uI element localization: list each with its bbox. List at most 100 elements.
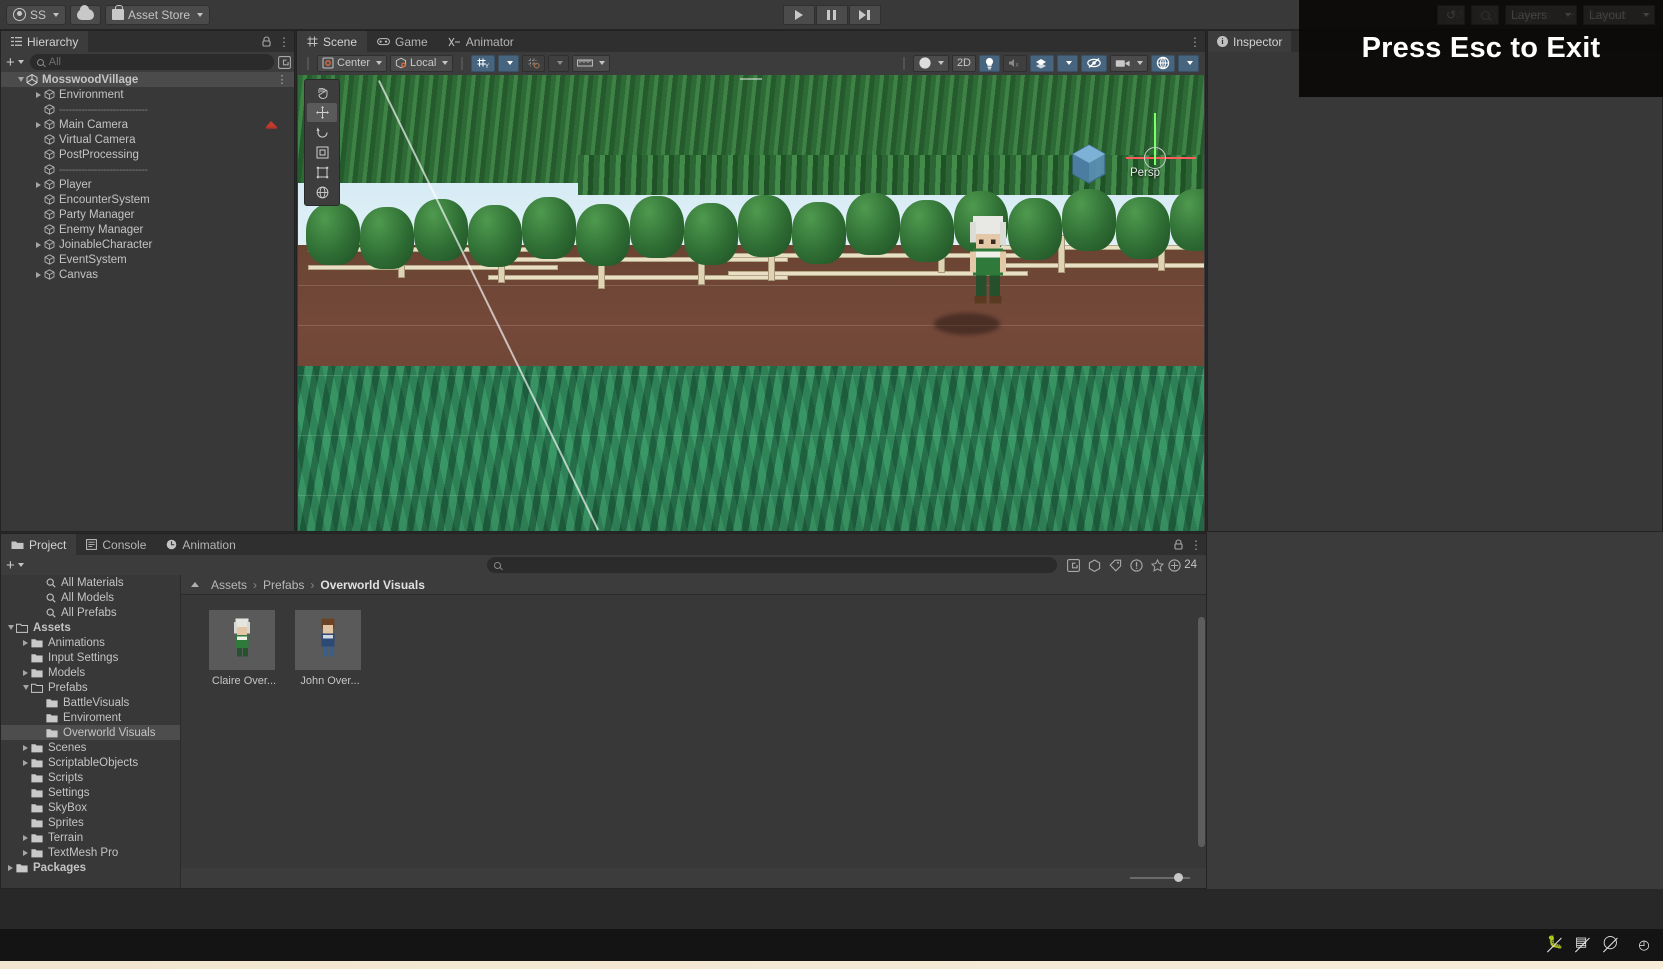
disclosure-triangle-icon[interactable] — [20, 744, 31, 751]
hierarchy-row[interactable]: Party Manager — [1, 207, 294, 222]
project-tree-row[interactable]: Terrain — [1, 830, 180, 845]
asset-item[interactable]: John Over... — [295, 610, 365, 868]
asset-grid[interactable]: Claire Over... John Over... — [181, 596, 1206, 868]
warning-icon[interactable] — [1130, 558, 1143, 572]
breadcrumb-item[interactable]: Prefabs — [263, 578, 304, 592]
project-tree-row[interactable]: ScriptableObjects — [1, 755, 180, 770]
hierarchy-row[interactable]: Environment — [1, 87, 294, 102]
project-tree-row[interactable]: Settings — [1, 785, 180, 800]
project-tree-row[interactable]: Scenes — [1, 740, 180, 755]
camera-projection-label[interactable]: Persp — [1130, 167, 1160, 179]
hierarchy-tree[interactable]: MosswoodVillage ⋮ Environment -------------… — [1, 72, 294, 531]
hierarchy-row[interactable]: MosswoodVillage ⋮ — [1, 72, 294, 87]
project-tree-row[interactable]: Enviroment — [1, 710, 180, 725]
disclosure-triangle-icon[interactable] — [33, 241, 44, 248]
hierarchy-search-input[interactable]: All — [29, 54, 274, 70]
tab-animator[interactable]: Animator — [437, 31, 524, 52]
project-tree-row[interactable]: All Materials — [1, 575, 180, 590]
project-tree-row[interactable]: BattleVisuals — [1, 695, 180, 710]
transform-tool-icon[interactable] — [307, 183, 337, 202]
2d-toggle-button[interactable]: 2D — [951, 54, 976, 72]
asset-store-button[interactable]: Asset Store — [105, 4, 211, 25]
project-tree-row[interactable]: TextMesh Pro — [1, 845, 180, 860]
open-in-new-window-icon[interactable] — [278, 55, 291, 69]
hierarchy-row[interactable]: Enemy Manager — [1, 222, 294, 237]
gizmos-dropdown[interactable] — [1178, 54, 1199, 72]
hierarchy-row[interactable]: Main Camera — [1, 117, 294, 132]
screen-off-icon[interactable]: ◯ — [1603, 934, 1629, 956]
disclosure-triangle-icon[interactable] — [5, 625, 16, 630]
tab-inspector[interactable]: i Inspector — [1208, 31, 1292, 52]
hierarchy-row[interactable]: EventSystem — [1, 252, 294, 267]
scale-tool-icon[interactable] — [307, 143, 337, 162]
project-tree-row[interactable]: All Prefabs — [1, 605, 180, 620]
tab-animation[interactable]: Animation — [156, 534, 246, 555]
tab-scene[interactable]: Scene — [297, 31, 368, 52]
search-by-type-icon[interactable] — [1088, 558, 1101, 572]
hand-tool-icon[interactable] — [307, 83, 337, 102]
disclosure-triangle-icon[interactable] — [20, 669, 31, 676]
project-folder-tree[interactable]: All Materials All Models All Prefabs Assets… — [1, 575, 181, 888]
effects-dropdown[interactable] — [1057, 54, 1078, 72]
clock-icon[interactable]: ◴ — [1631, 934, 1657, 956]
kebab-menu-icon[interactable]: ⋮ — [277, 73, 289, 86]
scene-viewport[interactable]: Persp — [298, 75, 1204, 531]
hierarchy-row[interactable]: ---------------------------- — [1, 162, 294, 177]
grid-axis-button[interactable]: Y — [471, 54, 496, 72]
asset-item[interactable]: Claire Over... — [209, 610, 279, 868]
project-tree-row[interactable]: Overworld Visuals — [1, 725, 180, 740]
disclosure-triangle-icon[interactable] — [33, 91, 44, 98]
tab-game[interactable]: Game — [367, 31, 438, 52]
play-button[interactable] — [782, 4, 815, 25]
gizmos-button[interactable] — [1151, 54, 1175, 72]
grid-snapping-dropdown[interactable] — [548, 54, 570, 72]
tab-hierarchy[interactable]: Hierarchy — [1, 31, 89, 52]
tab-console[interactable]: Console — [76, 534, 157, 555]
player-character[interactable] — [958, 213, 1018, 308]
project-search-input[interactable] — [487, 557, 1058, 573]
orientation-gizmo-icon[interactable] — [1058, 133, 1120, 195]
disclosure-triangle-icon[interactable] — [33, 271, 44, 278]
disclosure-triangle-icon[interactable] — [33, 121, 44, 128]
layers-mute-icon[interactable]: ▤ — [1575, 934, 1601, 956]
project-tree-row[interactable]: Scripts — [1, 770, 180, 785]
disclosure-triangle-icon[interactable] — [20, 759, 31, 766]
pivot-mode-button[interactable]: Center — [317, 54, 388, 72]
effects-toggle-button[interactable] — [1030, 54, 1054, 72]
scene-visibility-button[interactable] — [1081, 54, 1107, 72]
bug-mute-icon[interactable]: 🐛 — [1547, 934, 1573, 956]
disclosure-triangle-icon[interactable] — [20, 639, 31, 646]
scroll-up-icon[interactable] — [191, 582, 199, 587]
disclosure-triangle-icon[interactable] — [20, 834, 31, 841]
hierarchy-row[interactable]: PostProcessing — [1, 147, 294, 162]
thumbnail-size-slider[interactable] — [1130, 873, 1190, 882]
lock-icon[interactable] — [262, 36, 271, 47]
rotate-tool-icon[interactable] — [307, 123, 337, 142]
shading-mode-button[interactable] — [912, 54, 949, 72]
disclosure-triangle-icon[interactable] — [5, 864, 16, 871]
project-scrollbar[interactable] — [1198, 597, 1205, 864]
hierarchy-row[interactable]: Canvas — [1, 267, 294, 282]
rect-tool-icon[interactable] — [307, 163, 337, 182]
pause-button[interactable] — [815, 4, 848, 25]
save-search-icon[interactable] — [1067, 558, 1081, 572]
project-tree-row[interactable]: Models — [1, 665, 180, 680]
project-tree-row[interactable]: All Models — [1, 590, 180, 605]
disclosure-triangle-icon[interactable] — [20, 685, 31, 690]
lock-icon[interactable] — [1174, 539, 1183, 550]
tab-project[interactable]: Project — [1, 534, 77, 555]
audio-toggle-button[interactable]: x — [1003, 54, 1027, 72]
hierarchy-row[interactable]: Player — [1, 177, 294, 192]
handle-rotation-button[interactable]: Local — [390, 54, 454, 72]
breadcrumb-item[interactable]: Assets — [211, 578, 247, 592]
create-object-button[interactable]: + — [4, 55, 26, 70]
create-asset-button[interactable]: + — [4, 558, 26, 573]
disclosure-triangle-icon[interactable] — [20, 849, 31, 856]
account-button[interactable]: SS — [6, 4, 67, 25]
scene-camera-button[interactable] — [1110, 54, 1148, 72]
hierarchy-row[interactable]: ---------------------------- — [1, 102, 294, 117]
project-tree-row[interactable]: Input Settings — [1, 650, 180, 665]
project-tree-row[interactable]: Prefabs — [1, 680, 180, 695]
disclosure-triangle-icon[interactable] — [15, 77, 26, 82]
step-button[interactable] — [848, 4, 881, 25]
